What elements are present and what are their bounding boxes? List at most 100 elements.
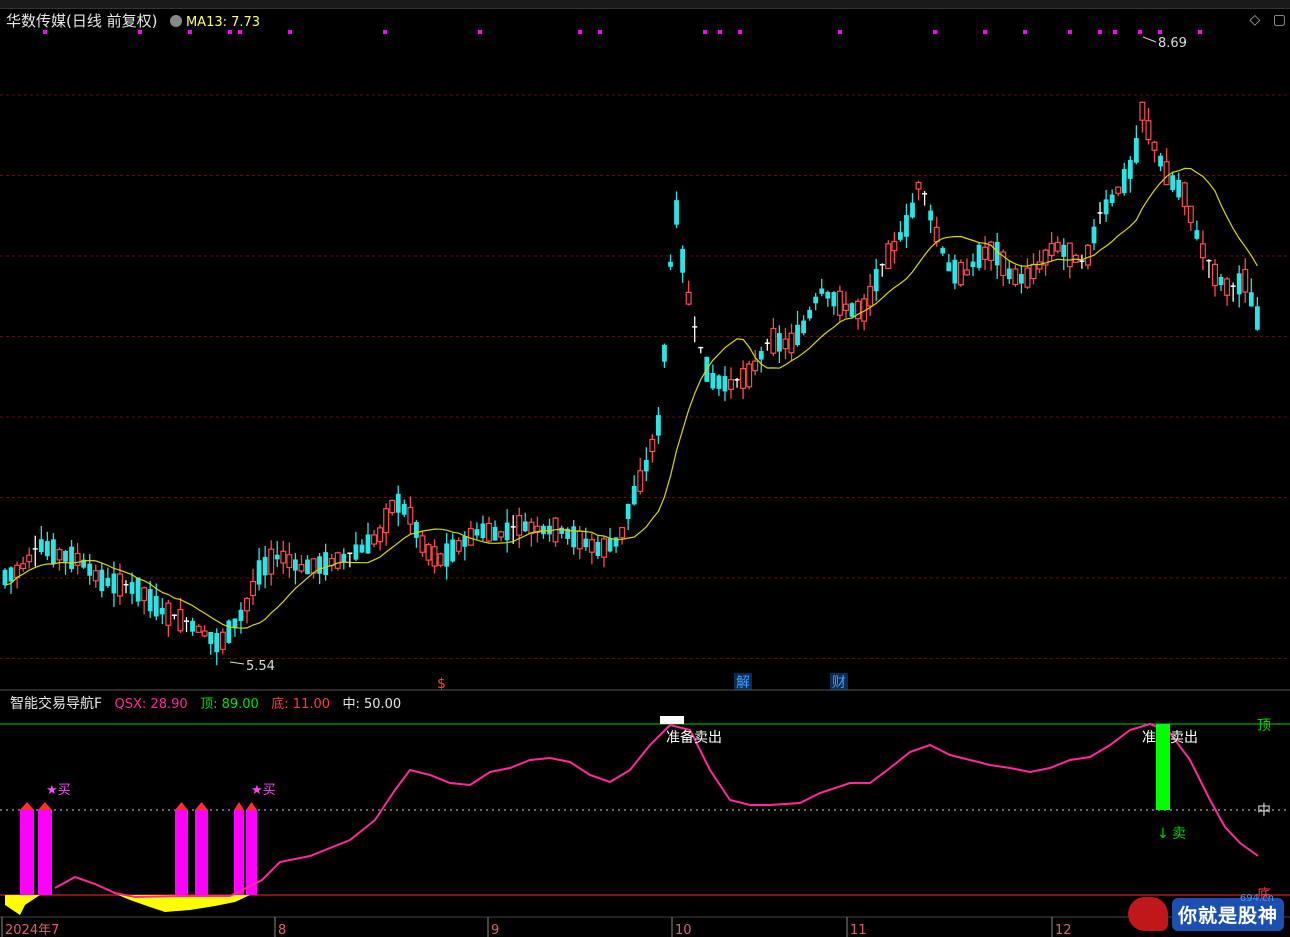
candle-up [1224, 278, 1231, 296]
candle-down [504, 522, 510, 541]
watermark: 你就是股神 694.cn [1127, 893, 1284, 933]
candle-down [674, 200, 679, 225]
candle-up [455, 540, 462, 552]
candle-up [637, 470, 644, 492]
candle-down [293, 559, 298, 571]
candle-up [1163, 161, 1170, 186]
buy-arrow-icon [246, 802, 257, 810]
candle-up [685, 291, 692, 305]
candle-down [607, 538, 613, 552]
candle-down [323, 552, 329, 576]
candle-up [1199, 243, 1206, 259]
candle-up [419, 535, 426, 553]
candle-up [383, 508, 390, 534]
signal-dot [1138, 30, 1142, 34]
candle-up [957, 261, 964, 286]
candle-up [195, 625, 202, 633]
x-axis: 2024年7 8 9 10 11 12 [1, 917, 1072, 937]
candle-down [819, 288, 825, 294]
candle-up [407, 506, 414, 525]
candle-down [547, 525, 552, 535]
candle-down [1133, 138, 1139, 163]
candle-down [492, 526, 498, 541]
candle-down [795, 324, 800, 346]
candle-up [14, 564, 21, 579]
candle-down [2, 569, 8, 586]
candle-down [274, 554, 280, 560]
candle-up [244, 597, 251, 612]
sell-signal: 卖 [1172, 826, 1186, 842]
candle-up [56, 548, 63, 561]
candle-down [1176, 179, 1182, 198]
candle-up [280, 550, 287, 564]
candle-down [99, 569, 105, 592]
candle-up [933, 226, 940, 243]
candle-down [129, 582, 135, 594]
candle-down [1019, 274, 1024, 284]
signal-dot [228, 30, 232, 34]
candle-down [214, 632, 220, 653]
buy-signal-1: ★买 [46, 783, 71, 798]
candle-down [716, 375, 722, 389]
candle-up [1181, 182, 1188, 208]
indicator-bars [20, 802, 257, 895]
candle-down [1109, 194, 1115, 204]
candle-down [662, 344, 667, 362]
buy-bar [20, 810, 34, 895]
candle-down [1006, 268, 1012, 280]
low-arrow [229, 661, 245, 665]
candle-down [359, 544, 365, 553]
candle-up [855, 300, 862, 320]
sell-bar [1156, 724, 1170, 810]
candle-down [946, 262, 952, 272]
candle-up [867, 285, 874, 307]
event-marker-unlock: 解 [736, 675, 750, 691]
candle-down [1061, 244, 1067, 257]
candle-down [365, 534, 371, 554]
candle-up [219, 631, 226, 650]
candle-down [940, 247, 946, 254]
candle-up [1145, 120, 1152, 141]
candle-down [105, 577, 111, 587]
candle-up [92, 570, 99, 582]
candle-up [116, 573, 123, 597]
candle-down [952, 259, 958, 284]
candle-down [559, 527, 564, 534]
stock-chart[interactable]: 8.69 5.54 $ 解 财 顶 中 底 ★买 ★买 准备卖出 准备卖出 卖 … [0, 0, 1290, 937]
signal-dot [933, 30, 937, 34]
candle-up [576, 530, 583, 550]
candle-up [1187, 205, 1194, 224]
candle-up [437, 553, 444, 566]
candlesticks [2, 101, 1260, 666]
signal-dot [478, 30, 482, 34]
signal-dot [1113, 30, 1117, 34]
candle-down [625, 503, 631, 520]
candle-down [976, 244, 982, 268]
signal-dot [598, 30, 602, 34]
candle-down [1121, 169, 1127, 194]
candle-up [431, 546, 438, 567]
candle-down [63, 551, 68, 562]
candle-up [516, 515, 523, 536]
candle-down [1170, 175, 1176, 191]
candle-down [474, 529, 480, 536]
candle-down [353, 544, 359, 560]
candle-down [583, 538, 589, 548]
candle-up [467, 528, 474, 546]
candle-up [1066, 242, 1073, 268]
candle-down [341, 553, 347, 563]
candle-down [305, 559, 310, 575]
candle-up [740, 368, 747, 389]
watermark-logo-icon [1127, 897, 1168, 931]
signal-dot [238, 30, 242, 34]
signal-dot [138, 30, 142, 34]
prepare-sell-1: 准备卖出 [666, 729, 722, 746]
candle-down [1103, 199, 1109, 215]
candle-down [1158, 155, 1163, 167]
candle-down [571, 526, 577, 548]
candle-down [631, 485, 637, 505]
candle-down [656, 415, 661, 436]
candle-down [758, 351, 764, 360]
candle-up [1211, 263, 1218, 287]
candle-up [1048, 242, 1055, 257]
